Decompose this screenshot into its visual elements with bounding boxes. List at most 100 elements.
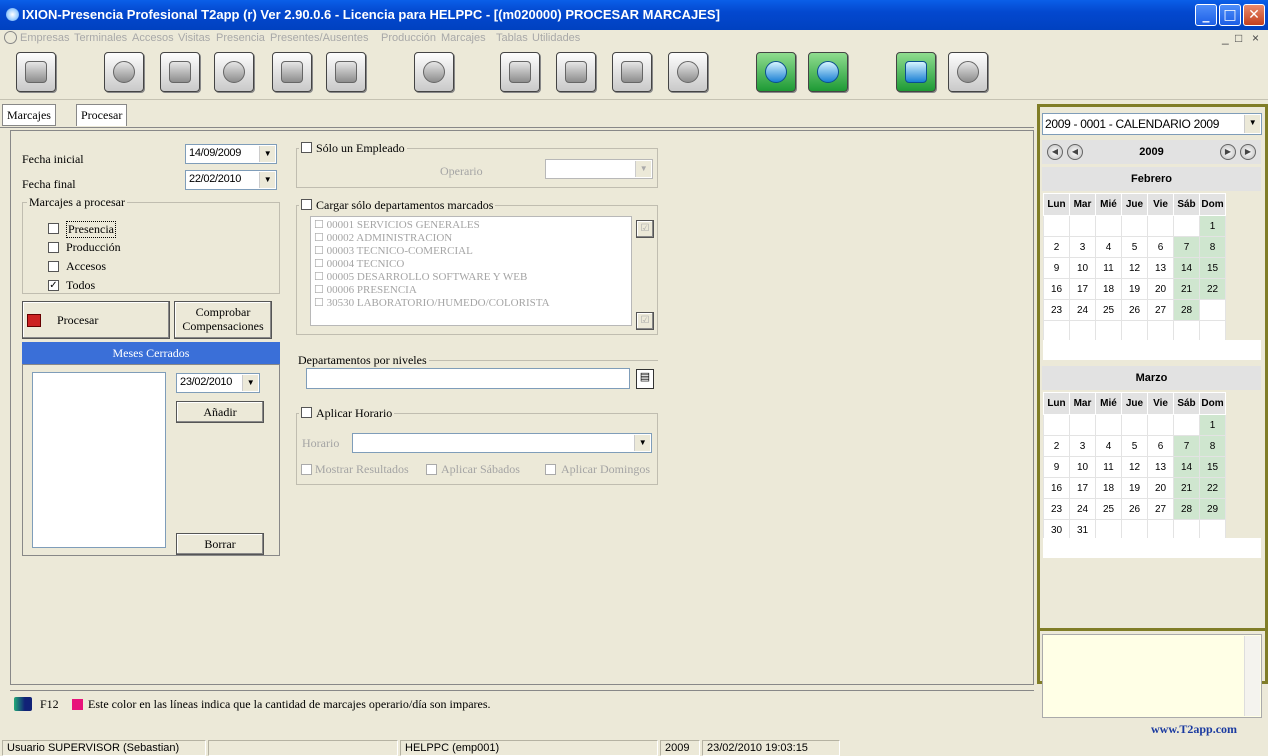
mes-date-field[interactable]: 23/02/2010 ▼ — [176, 373, 260, 393]
calendar-day[interactable]: 19 — [1121, 278, 1148, 300]
tab-procesar[interactable]: Procesar — [76, 104, 128, 126]
calendar-day[interactable] — [1069, 215, 1096, 237]
calendar-day[interactable] — [1095, 414, 1122, 436]
calendar-day[interactable] — [1147, 215, 1174, 237]
calendar-day[interactable]: 19 — [1121, 477, 1148, 499]
calendar-day[interactable]: 26 — [1121, 299, 1148, 321]
users-button[interactable] — [16, 52, 56, 92]
mostrar-resultados-checkbox[interactable] — [301, 464, 312, 475]
calendar-day[interactable] — [1069, 320, 1096, 342]
calendar-day[interactable] — [1173, 414, 1200, 436]
calendar-day[interactable] — [1121, 414, 1148, 436]
check-all-icon[interactable]: ☑ — [636, 220, 654, 238]
disk-button[interactable] — [104, 52, 144, 92]
calendar-day[interactable]: 12 — [1121, 456, 1148, 478]
calendar-day[interactable]: 1 — [1199, 215, 1226, 237]
calendar-day[interactable]: 22 — [1199, 278, 1226, 300]
list-item[interactable]: ☐ 00002 ADMINISTRACION — [314, 232, 628, 245]
calendar-day[interactable]: 2 — [1043, 435, 1070, 457]
calendar-day[interactable]: 28 — [1173, 299, 1200, 321]
calendar-day[interactable]: 2 — [1043, 236, 1070, 258]
tab-marcajes[interactable]: Marcajes — [2, 104, 56, 126]
calendar-day[interactable]: 9 — [1043, 456, 1070, 478]
procesar-button[interactable]: Procesar — [22, 301, 170, 339]
clipboard-button[interactable] — [500, 52, 540, 92]
chevron-down-icon[interactable]: ▼ — [1244, 115, 1260, 133]
calendar-day[interactable]: 21 — [1173, 278, 1200, 300]
calendar-day[interactable]: 13 — [1147, 257, 1174, 279]
calendar-day[interactable]: 7 — [1173, 236, 1200, 258]
chevron-down-icon[interactable]: ▼ — [259, 146, 275, 162]
calendar-day[interactable]: 11 — [1095, 257, 1122, 279]
calendar-day[interactable]: 4 — [1095, 435, 1122, 457]
calendar-day[interactable] — [1199, 320, 1226, 342]
calendar-day[interactable] — [1043, 414, 1070, 436]
calendar-day[interactable]: 20 — [1147, 477, 1174, 499]
aplicar-horario-checkbox[interactable] — [301, 407, 312, 418]
menu-visitas[interactable]: Visitas — [178, 32, 210, 44]
next-month-icon[interactable]: ▶ — [1220, 144, 1236, 160]
calendar-day[interactable]: 5 — [1121, 236, 1148, 258]
list-item[interactable]: ☐ 00004 TECNICO — [314, 258, 628, 271]
calendar-day[interactable]: 4 — [1095, 236, 1122, 258]
calendar-day[interactable]: 7 — [1173, 435, 1200, 457]
calendar-day[interactable]: 10 — [1069, 257, 1096, 279]
calendar-day[interactable]: 17 — [1069, 278, 1096, 300]
horario-select[interactable]: ▼ — [352, 433, 652, 453]
calendar-day[interactable]: 10 — [1069, 456, 1096, 478]
calendar-day[interactable]: 5 — [1121, 435, 1148, 457]
person-button[interactable] — [556, 52, 596, 92]
calendar-day[interactable]: 28 — [1173, 498, 1200, 520]
monitor-button[interactable] — [272, 52, 312, 92]
calendar-selector[interactable]: 2009 - 0001 - CALENDARIO 2009 ▼ — [1042, 113, 1262, 135]
calendar-day[interactable]: 27 — [1147, 299, 1174, 321]
calendar-day[interactable]: 11 — [1095, 456, 1122, 478]
calendar-day[interactable]: 13 — [1147, 456, 1174, 478]
menu-presencia[interactable]: Presencia — [216, 32, 265, 44]
calendar-day[interactable] — [1199, 299, 1226, 321]
calendar-day[interactable]: 20 — [1147, 278, 1174, 300]
mdi-app-icon[interactable] — [4, 31, 17, 44]
scrollbar[interactable] — [1244, 636, 1260, 716]
menu-accesos[interactable]: Accesos — [132, 32, 174, 44]
menu-presentes-ausentes[interactable]: Presentes/Ausentes — [270, 32, 368, 44]
calendar-day[interactable]: 14 — [1173, 257, 1200, 279]
settings-button[interactable] — [214, 52, 254, 92]
departamentos-list[interactable]: ☐ 00001 SERVICIOS GENERALES ☐ 00002 ADMI… — [310, 216, 632, 326]
website-link[interactable]: www.T2app.com — [1151, 722, 1237, 737]
calendar-day[interactable]: 17 — [1069, 477, 1096, 499]
calendar-day[interactable] — [1173, 320, 1200, 342]
minimize-button[interactable]: _ — [1195, 4, 1217, 26]
calendar-day[interactable]: 16 — [1043, 477, 1070, 499]
calendar-day[interactable] — [1095, 320, 1122, 342]
menu-empresas[interactable]: Empresas — [20, 32, 70, 44]
calendar-day[interactable]: 23 — [1043, 498, 1070, 520]
help-button[interactable] — [414, 52, 454, 92]
calendar-day[interactable]: 14 — [1173, 456, 1200, 478]
anadir-button[interactable]: Añadir — [176, 401, 264, 423]
calendar-day[interactable]: 15 — [1199, 257, 1226, 279]
chevron-down-icon[interactable]: ▼ — [242, 375, 258, 391]
tree-select-icon[interactable]: ▤ — [636, 369, 654, 389]
aplicar-domingos-checkbox[interactable] — [545, 464, 556, 475]
notes-area[interactable] — [1042, 634, 1262, 718]
list-item[interactable]: ☐ 30530 LABORATORIO/HUMEDO/COLORISTA — [314, 297, 628, 310]
calendar-day[interactable] — [1043, 320, 1070, 342]
chevron-down-icon[interactable]: ▼ — [634, 435, 650, 451]
menu-produccion[interactable]: Producción — [381, 32, 436, 44]
list-item[interactable]: ☐ 00003 TECNICO-COMERCIAL — [314, 245, 628, 258]
calendar-day[interactable]: 15 — [1199, 456, 1226, 478]
mdi-close-button[interactable]: × — [1252, 31, 1259, 45]
calendar-day[interactable]: 18 — [1095, 278, 1122, 300]
exit-door-icon[interactable] — [14, 697, 32, 711]
print-button[interactable] — [326, 52, 366, 92]
calendar-day[interactable]: 3 — [1069, 435, 1096, 457]
calendar-day[interactable]: 1 — [1199, 414, 1226, 436]
calendar-day[interactable] — [1147, 320, 1174, 342]
menu-utilidades[interactable]: Utilidades — [532, 32, 580, 44]
next-year-icon[interactable]: ▶ — [1240, 144, 1256, 160]
check-button[interactable] — [668, 52, 708, 92]
list-item[interactable]: ☐ 00006 PRESENCIA — [314, 284, 628, 297]
calendar-day[interactable]: 9 — [1043, 257, 1070, 279]
list-item[interactable]: ☐ 00001 SERVICIOS GENERALES — [314, 219, 628, 232]
